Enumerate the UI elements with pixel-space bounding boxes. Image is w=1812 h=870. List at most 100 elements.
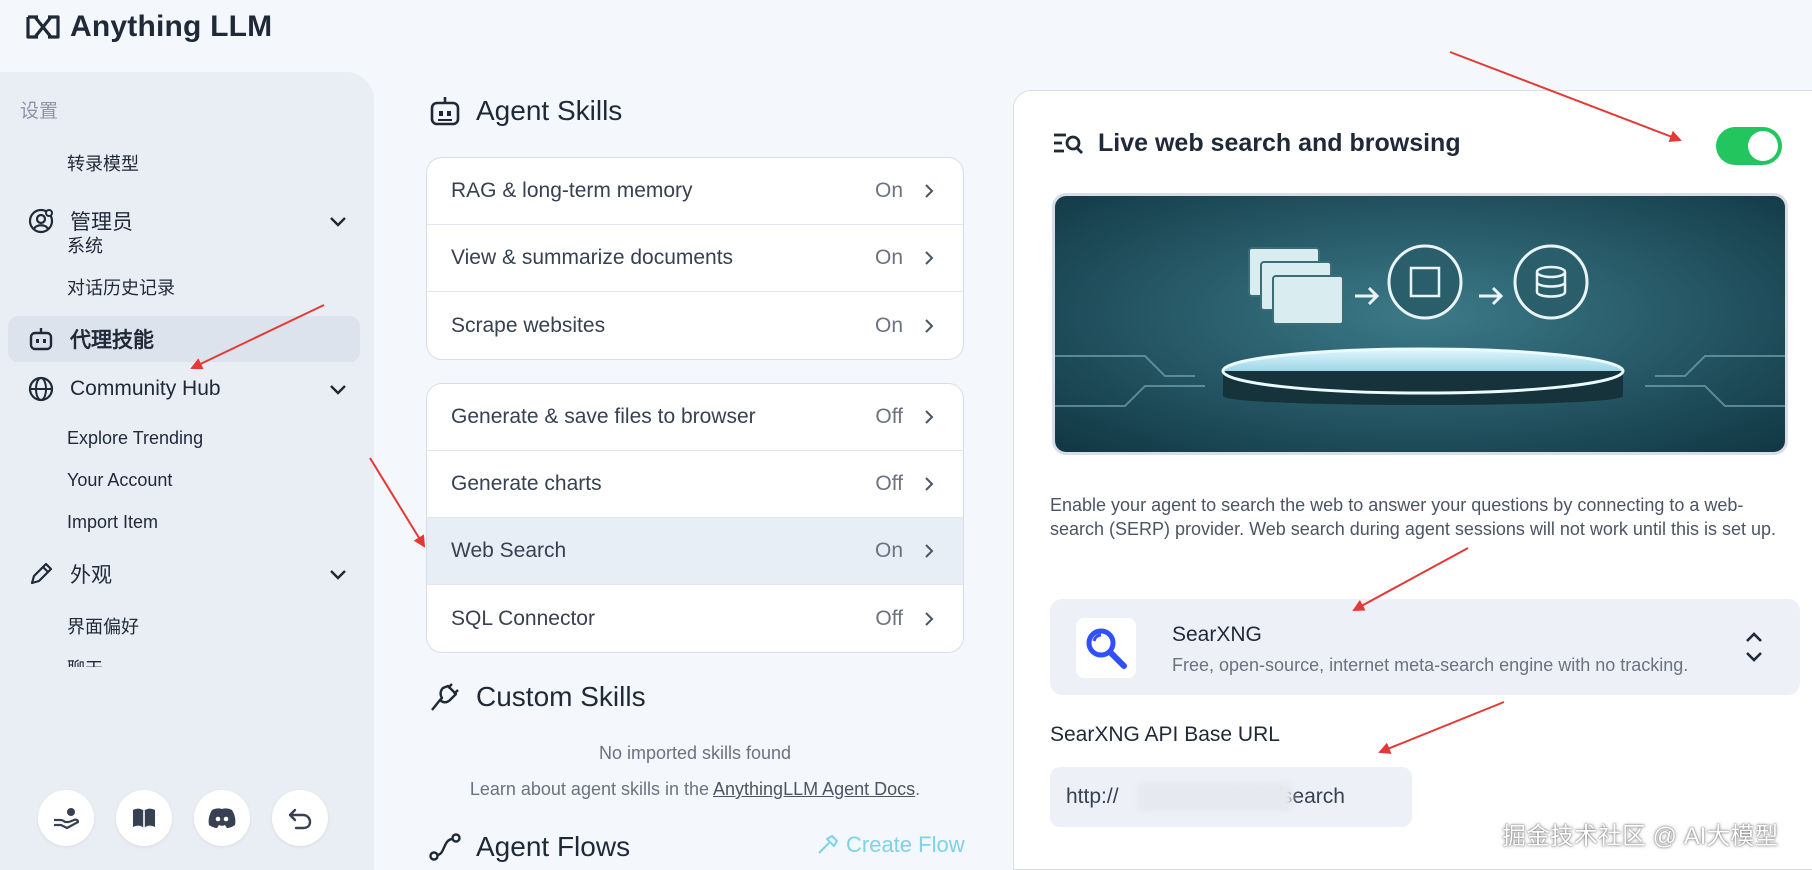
annotation-arrow-web-search — [369, 457, 426, 548]
create-flow-label: Create Flow — [846, 832, 965, 857]
globe-icon — [26, 374, 56, 404]
brand-name: Anything LLM — [70, 10, 273, 43]
learn-prefix: Learn about agent skills in the — [469, 779, 714, 799]
anything-llm-logo-icon — [26, 15, 60, 39]
skill-status: Off — [875, 405, 903, 428]
section-settings-label: 设置 — [20, 101, 59, 122]
web-search-config-panel: Live web search and browsing Enable your… — [1013, 90, 1812, 870]
web-search-banner-image — [1052, 193, 1788, 455]
chevron-right-icon — [925, 544, 934, 558]
web-search-toggle[interactable] — [1716, 127, 1782, 165]
skill-status: On — [874, 246, 903, 269]
chevron-right-icon — [925, 251, 934, 265]
hammer-icon — [818, 835, 838, 854]
skill-status: On — [874, 179, 903, 202]
docs-button[interactable] — [116, 790, 172, 846]
pencil-icon — [26, 559, 56, 589]
sidebar-item-ui-preferences[interactable]: 界面偏好 — [67, 613, 139, 639]
chevron-right-icon — [925, 477, 934, 491]
panel-title-text: Live web search and browsing — [1098, 129, 1461, 157]
agent-docs-link[interactable]: AnythingLLM Agent Docs — [713, 779, 915, 799]
sidebar-footer — [38, 790, 328, 846]
agent-skills-heading: Agent Skills — [428, 94, 622, 128]
magnifier-icon — [1086, 628, 1127, 669]
provider-name: SearXNG — [1172, 623, 1262, 646]
skill-label: View & summarize documents — [451, 246, 734, 269]
panel-title: Live web search and browsing — [1052, 129, 1461, 158]
skill-row-generate-charts[interactable]: Generate charts Off — [427, 451, 963, 518]
user-gear-icon — [26, 206, 56, 236]
sidebar-item-transcription[interactable]: 转录模型 — [67, 150, 139, 176]
back-icon — [288, 808, 312, 830]
skill-label: RAG & long-term memory — [451, 179, 693, 202]
sidebar-item-your-account[interactable]: Your Account — [67, 470, 172, 491]
configurable-skills-list: Generate & save files to browser Off Gen… — [426, 383, 964, 653]
plug-icon — [431, 683, 459, 711]
skill-row-save-files[interactable]: Generate & save files to browser Off — [427, 384, 963, 451]
sidebar-item-import-item[interactable]: Import Item — [67, 512, 158, 533]
custom-skills-title: Custom Skills — [476, 681, 646, 712]
sidebar-group-appearance-label: 外观 — [70, 564, 112, 587]
sidebar-group-community-hub-label: Community Hub — [70, 377, 221, 400]
skill-label: Web Search — [451, 539, 567, 562]
back-button[interactable] — [272, 790, 328, 846]
chevron-right-icon — [925, 184, 934, 198]
robot-icon — [26, 324, 56, 354]
skill-label: Generate charts — [451, 472, 602, 495]
chevron-down-icon[interactable] — [326, 377, 350, 401]
skill-status: On — [874, 313, 903, 337]
skill-status: Off — [875, 472, 903, 495]
chevron-down-icon[interactable] — [326, 562, 350, 586]
sidebar-item-chat-history[interactable]: 对话历史记录 — [67, 274, 175, 300]
skill-status: On — [874, 539, 903, 562]
redacted-host — [1138, 783, 1292, 811]
searxng-logo — [1076, 618, 1136, 678]
custom-skills-empty: No imported skills found — [598, 743, 792, 763]
settings-sidebar: 设置 转录模型 管理员 系统 对话历史记录 代理技能 Community Hub… — [0, 72, 374, 870]
skill-label: Generate & save files to browser — [451, 405, 756, 428]
skill-label: Scrape websites — [451, 313, 606, 337]
sidebar-item-agent-skills-label: 代理技能 — [70, 329, 154, 352]
sidebar-item-system[interactable]: 系统 — [67, 232, 103, 258]
sidebar-group-appearance[interactable]: 外观 — [8, 551, 360, 597]
chevron-right-icon — [925, 611, 934, 626]
robot-icon — [430, 97, 460, 126]
chevron-up-down-icon — [1746, 632, 1762, 662]
discord-icon — [208, 808, 236, 828]
skill-row-sql-connector[interactable]: SQL Connector Off — [427, 585, 963, 652]
flow-icon — [429, 833, 461, 861]
chevron-down-icon[interactable] — [326, 209, 350, 233]
support-icon — [54, 808, 80, 830]
agent-flows-heading: Agent Flows — [428, 830, 630, 864]
skill-row-scrape-websites[interactable]: Scrape websites On — [427, 292, 963, 359]
skill-label: SQL Connector — [451, 606, 595, 630]
default-skills-list: RAG & long-term memory On View & summari… — [426, 157, 964, 360]
discord-button[interactable] — [194, 790, 250, 846]
search-list-icon — [1054, 133, 1083, 154]
skill-row-rag-memory[interactable]: RAG & long-term memory On — [427, 158, 963, 225]
sidebar-group-community-hub[interactable]: Community Hub — [8, 366, 360, 412]
agent-flows-title: Agent Flows — [476, 831, 631, 862]
watermark: 掘金技术社区 @ AI大模型 — [1502, 823, 1779, 850]
sidebar-item-chat[interactable]: 聊天 — [67, 655, 103, 667]
panel-description: Enable your agent to search the web to a… — [1050, 495, 1776, 539]
custom-skills-learn: Learn about agent skills in the Anything… — [426, 779, 964, 800]
custom-skills-heading: Custom Skills — [428, 680, 646, 714]
support-button[interactable] — [38, 790, 94, 846]
brand: Anything LLM — [24, 10, 272, 44]
chevron-right-icon — [925, 318, 934, 333]
provider-description: Free, open-source, internet meta-search … — [1172, 655, 1689, 675]
book-icon — [133, 808, 155, 828]
skill-row-web-search[interactable]: Web Search On — [427, 518, 963, 585]
create-flow-button[interactable]: Create Flow — [816, 832, 965, 858]
page-title: Agent Skills — [476, 95, 623, 126]
chevron-right-icon — [925, 410, 934, 424]
api-base-url-label: SearXNG API Base URL — [1050, 723, 1280, 746]
toggle-knob — [1748, 131, 1778, 161]
learn-suffix: . — [915, 779, 921, 799]
sidebar-item-explore-trending[interactable]: Explore Trending — [67, 428, 203, 449]
sidebar-item-agent-skills[interactable]: 代理技能 — [8, 316, 360, 362]
sidebar-group-admin[interactable]: 管理员 — [8, 198, 360, 244]
search-provider-select[interactable]: SearXNG Free, open-source, internet meta… — [1050, 599, 1800, 695]
skill-row-summarize-documents[interactable]: View & summarize documents On — [427, 225, 963, 292]
